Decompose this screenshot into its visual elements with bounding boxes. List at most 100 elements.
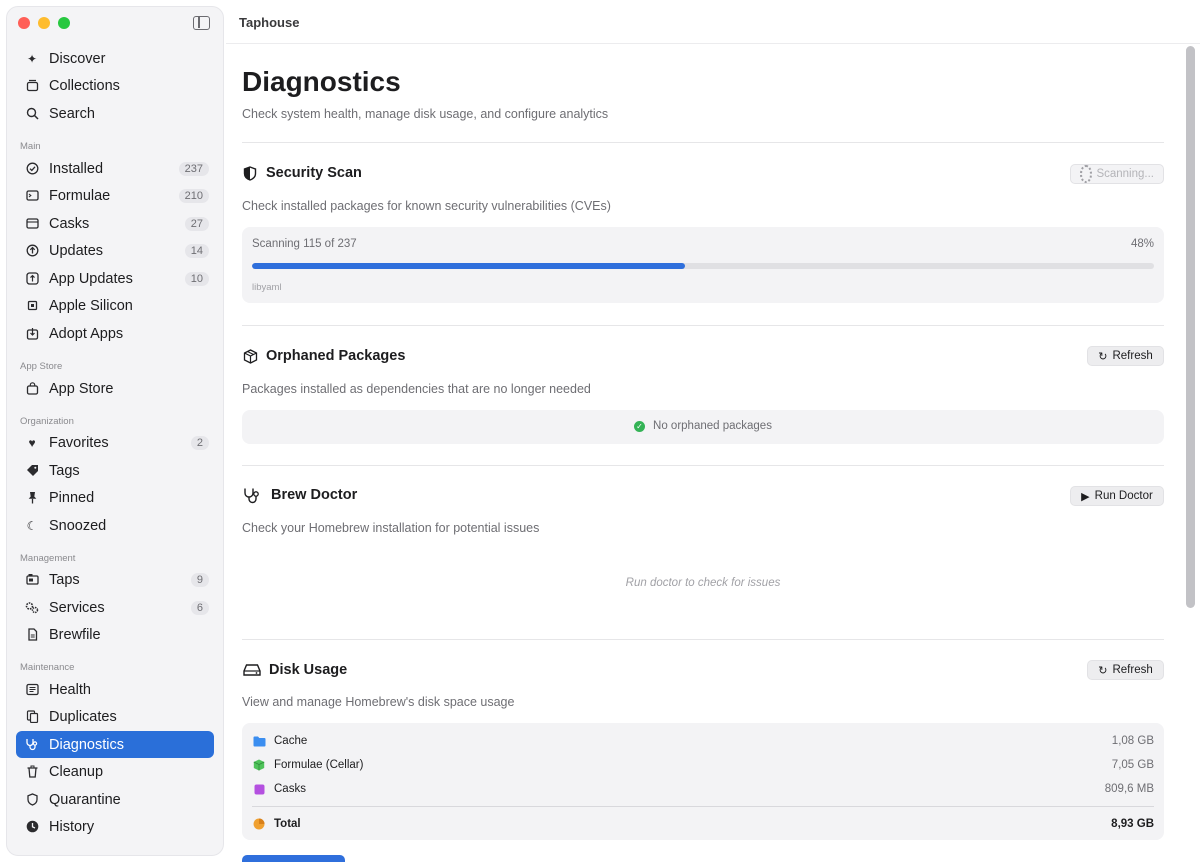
sidebar-item-label: Search [49, 105, 95, 122]
sidebar-item-services[interactable]: Services 6 [16, 594, 214, 621]
disk-row-size: 1,08 GB [1111, 735, 1154, 747]
sidebar-item-brewfile[interactable]: Brewfile [16, 621, 214, 648]
sidebar-item-label: Pinned [49, 489, 95, 506]
refresh-button-label: Refresh [1112, 350, 1153, 362]
tag-icon [25, 464, 39, 478]
sidebar-item-label: Health [49, 681, 91, 698]
sidebar-item-health[interactable]: Health [16, 676, 214, 703]
sidebar-item-label: Taps [49, 571, 80, 588]
page-subtitle: Check system health, manage disk usage, … [242, 107, 609, 121]
count-badge: 237 [178, 161, 209, 176]
folder-icon [252, 735, 266, 747]
disk-usage-header: Disk Usage [242, 662, 347, 678]
count-badge: 210 [178, 188, 209, 203]
count-badge: 27 [184, 216, 209, 231]
sidebar-item-cleanup[interactable]: Cleanup [16, 758, 214, 785]
disk-row-size: 7,05 GB [1111, 759, 1154, 771]
sidebar-item-label: App Updates [49, 270, 133, 287]
sidebar-item-history[interactable]: History [16, 813, 214, 840]
sidebar: ✦ Discover Collections Search Main Insta… [6, 6, 224, 856]
scanning-button[interactable]: Scanning... [1070, 164, 1164, 184]
sidebar-item-app-store[interactable]: App Store [16, 375, 214, 402]
sidebar-item-taps[interactable]: Taps 9 [16, 566, 214, 593]
sidebar-item-diagnostics[interactable]: Diagnostics [16, 731, 214, 758]
sidebar-item-updates[interactable]: Updates 14 [16, 237, 214, 264]
orphaned-packages-title: Orphaned Packages [266, 348, 406, 364]
sidebar-item-tags[interactable]: Tags [16, 457, 214, 484]
brew-doctor-empty-state: Run doctor to check for issues [625, 577, 781, 589]
sidebar-item-search[interactable]: Search [16, 100, 214, 127]
clock-icon [25, 820, 39, 834]
disk-total-name: Total [274, 818, 301, 830]
divider [242, 142, 1164, 143]
health-icon [25, 683, 39, 697]
sidebar-item-discover[interactable]: ✦ Discover [16, 45, 214, 72]
bag-icon [25, 382, 39, 396]
count-badge: 6 [190, 600, 209, 615]
sidebar-item-label: Quarantine [49, 791, 121, 808]
clean-button[interactable] [242, 855, 345, 862]
sidebar-toggle-icon[interactable] [193, 16, 210, 30]
sidebar-item-formulae[interactable]: Formulae 210 [16, 182, 214, 209]
minimize-window-button[interactable] [38, 17, 50, 29]
scanning-button-label: Scanning... [1096, 168, 1154, 180]
sidebar-item-app-updates[interactable]: App Updates 10 [16, 265, 214, 292]
box-icon [242, 348, 258, 364]
orphaned-refresh-button[interactable]: ↻ Refresh [1087, 346, 1164, 366]
section-label-organization: Organization [20, 416, 74, 427]
sidebar-item-label: History [49, 818, 95, 835]
download-box-icon [25, 327, 39, 341]
sidebar-item-snoozed[interactable]: ☾ Snoozed [16, 512, 214, 539]
disk-total-size: 8,93 GB [1111, 818, 1154, 830]
brew-doctor-header: Brew Doctor [242, 487, 357, 503]
section-label-main: Main [20, 141, 41, 152]
close-window-button[interactable] [18, 17, 30, 29]
scan-current-package: libyaml [252, 282, 282, 293]
sidebar-item-casks[interactable]: Casks 27 [16, 210, 214, 237]
run-doctor-button[interactable]: ▶ Run Doctor [1070, 486, 1164, 506]
sidebar-item-label: Services [49, 599, 105, 616]
sidebar-item-quarantine[interactable]: Quarantine [16, 786, 214, 813]
sidebar-item-favorites[interactable]: ♥ Favorites 2 [16, 429, 214, 456]
sidebar-item-label: Apple Silicon [49, 297, 133, 314]
divider [242, 465, 1164, 466]
count-badge: 14 [184, 243, 209, 258]
titlebar-divider [226, 43, 1200, 44]
sidebar-item-label: Cleanup [49, 763, 104, 780]
sidebar-item-label: Formulae [49, 187, 111, 204]
stethoscope-icon [25, 738, 39, 752]
sidebar-item-label: Updates [49, 242, 104, 259]
scan-status-text: Scanning 115 of 237 [252, 238, 357, 250]
search-icon [25, 107, 39, 121]
sidebar-item-apple-silicon[interactable]: Apple Silicon [16, 292, 214, 319]
scan-percent-text: 48% [1130, 238, 1154, 250]
disk-row-name: Casks [274, 783, 306, 795]
sidebar-item-label: Duplicates [49, 708, 117, 725]
count-badge: 2 [190, 435, 209, 450]
count-badge: 10 [184, 271, 209, 286]
refresh-icon: ↻ [1098, 350, 1108, 363]
sidebar-item-label: Diagnostics [49, 736, 124, 753]
disk-row-name: Cache [274, 735, 308, 747]
cpu-icon [25, 299, 39, 313]
security-scan-description: Check installed packages for known secur… [242, 199, 611, 213]
disk-row-name: Formulae (Cellar) [274, 759, 364, 771]
sparkle-icon: ✦ [26, 51, 38, 66]
disk-row-size: 809,6 MB [1104, 783, 1154, 795]
divider [242, 639, 1164, 640]
brew-doctor-title: Brew Doctor [271, 487, 358, 503]
sidebar-item-installed[interactable]: Installed 237 [16, 155, 214, 182]
disk-refresh-button[interactable]: ↻ Refresh [1087, 660, 1164, 680]
cube-icon [252, 759, 266, 771]
pie-chart-icon [252, 818, 266, 830]
sidebar-item-adopt-apps[interactable]: Adopt Apps [16, 320, 214, 347]
sidebar-item-duplicates[interactable]: Duplicates [16, 703, 214, 730]
section-label-management: Management [20, 553, 76, 564]
sidebar-item-label: Tags [49, 462, 80, 479]
sidebar-item-pinned[interactable]: Pinned [16, 484, 214, 511]
checkmark-icon: ✓ [634, 420, 646, 432]
sidebar-item-collections[interactable]: Collections [16, 72, 214, 99]
scrollbar[interactable] [1186, 46, 1195, 608]
page-title: Diagnostics [242, 66, 401, 97]
maximize-window-button[interactable] [58, 17, 70, 29]
